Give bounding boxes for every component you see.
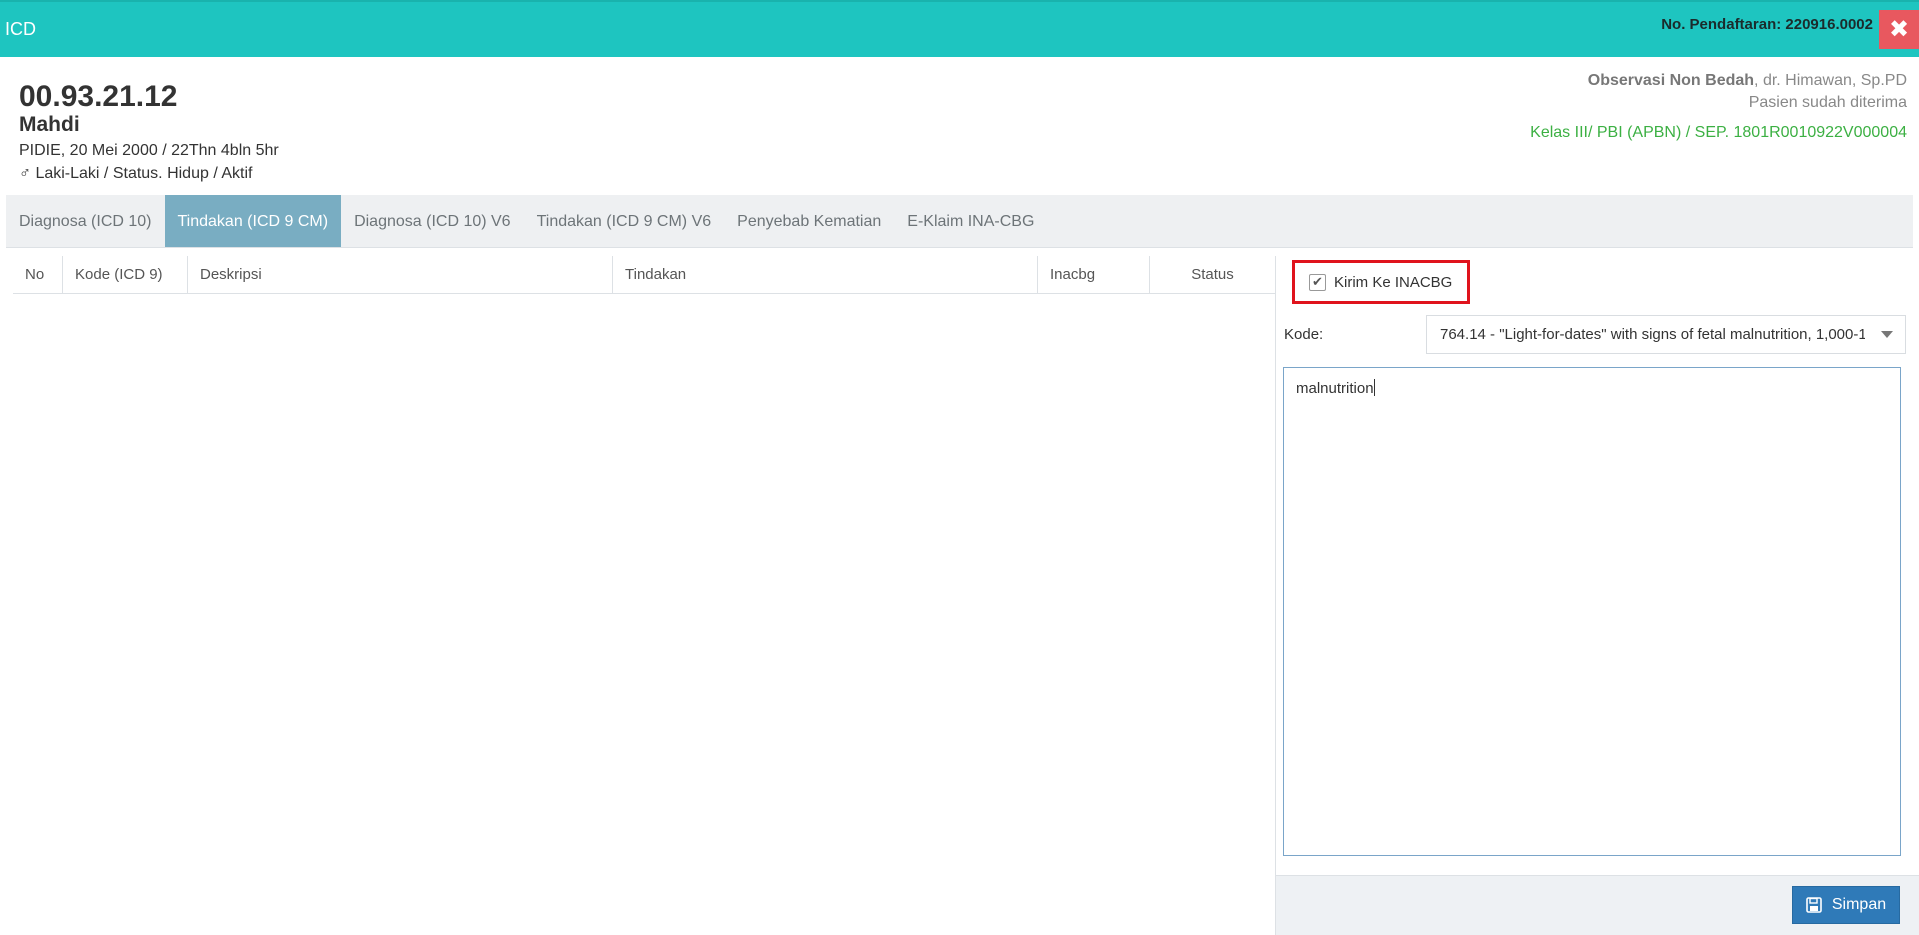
kode-label: Kode:: [1284, 326, 1324, 343]
patient-name: Mahdi: [19, 113, 80, 136]
search-textarea[interactable]: malnutrition: [1283, 367, 1901, 856]
tab-eklaim-inacbg[interactable]: E-Klaim INA-CBG: [894, 195, 1047, 247]
tab-diagnosa-icd10-v6[interactable]: Diagnosa (ICD 10) V6: [341, 195, 524, 247]
tab-bar: Diagnosa (ICD 10) Tindakan (ICD 9 CM) Di…: [6, 195, 1913, 248]
column-header-kode[interactable]: Kode (ICD 9): [63, 256, 188, 293]
modal-header: ICD No. Pendaftaran: 220916.0002 ✖: [0, 0, 1919, 57]
kirim-inacbg-label[interactable]: Kirim Ke INACBG: [1334, 274, 1452, 291]
column-header-deskripsi[interactable]: Deskripsi: [188, 256, 613, 293]
save-button[interactable]: Simpan: [1792, 886, 1900, 924]
tab-diagnosa-icd10[interactable]: Diagnosa (ICD 10): [6, 195, 165, 247]
male-icon: ♂: [19, 165, 31, 182]
save-label: Simpan: [1831, 896, 1887, 913]
search-text: malnutrition: [1296, 380, 1374, 397]
check-icon: ✔: [1312, 274, 1323, 289]
column-header-inacbg[interactable]: Inacbg: [1038, 256, 1150, 293]
visit-state: Pasien sudah diterima: [1748, 94, 1907, 111]
tab-tindakan-icd9cm-v6[interactable]: Tindakan (ICD 9 CM) V6: [524, 195, 725, 247]
close-icon: ✖: [1888, 16, 1910, 43]
visit-doctor: , dr. Himawan, Sp.PD: [1754, 72, 1907, 89]
table-header: No Kode (ICD 9) Deskripsi Tindakan Inacb…: [13, 256, 1275, 294]
patient-info: 00.93.21.12 Mahdi PIDIE, 20 Mei 2000 / 2…: [19, 80, 279, 186]
medical-record-number: 00.93.21.12: [19, 80, 178, 113]
kirim-inacbg-checkbox-container[interactable]: ✔ Kirim Ke INACBG: [1292, 260, 1470, 304]
tab-penyebab-kematian[interactable]: Penyebab Kematian: [724, 195, 894, 247]
text-cursor: [1373, 379, 1375, 396]
chevron-down-icon[interactable]: [1881, 331, 1893, 338]
floppy-disk-icon: [1806, 897, 1822, 913]
column-header-tindakan[interactable]: Tindakan: [613, 256, 1038, 293]
tindakan-table: No Kode (ICD 9) Deskripsi Tindakan Inacb…: [13, 256, 1275, 294]
visit-unit-line: Observasi Non Bedah, dr. Himawan, Sp.PD: [1530, 70, 1907, 92]
kirim-inacbg-checkbox[interactable]: ✔: [1309, 273, 1326, 291]
column-header-status[interactable]: Status: [1150, 256, 1275, 293]
visit-info: Observasi Non Bedah, dr. Himawan, Sp.PD …: [1530, 70, 1907, 144]
registration-number: No. Pendaftaran: 220916.0002: [1661, 16, 1873, 33]
tab-tindakan-icd9cm[interactable]: Tindakan (ICD 9 CM): [164, 195, 342, 247]
patient-status-line: ♂ Laki-Laki / Status. Hidup / Aktif: [19, 162, 279, 186]
kode-selected-value: 764.14 - "Light-for-dates" with signs of…: [1440, 326, 1865, 343]
close-button[interactable]: ✖: [1879, 10, 1919, 49]
icd-form-panel: ✔ Kirim Ke INACBG Kode: 764.14 - "Light-…: [1275, 256, 1919, 935]
patient-status: Laki-Laki / Status. Hidup / Aktif: [35, 165, 253, 182]
visit-unit: Observasi Non Bedah: [1587, 72, 1755, 89]
modal-title: ICD: [5, 19, 36, 39]
column-header-no[interactable]: No: [13, 256, 63, 293]
kode-select[interactable]: 764.14 - "Light-for-dates" with signs of…: [1426, 315, 1906, 354]
patient-birth-info: PIDIE, 20 Mei 2000 / 22Thn 4bln 5hr: [19, 142, 279, 159]
visit-class-info: Kelas III/ PBI (APBN) / SEP. 1801R001092…: [1530, 124, 1907, 141]
form-footer: Simpan: [1276, 875, 1919, 935]
